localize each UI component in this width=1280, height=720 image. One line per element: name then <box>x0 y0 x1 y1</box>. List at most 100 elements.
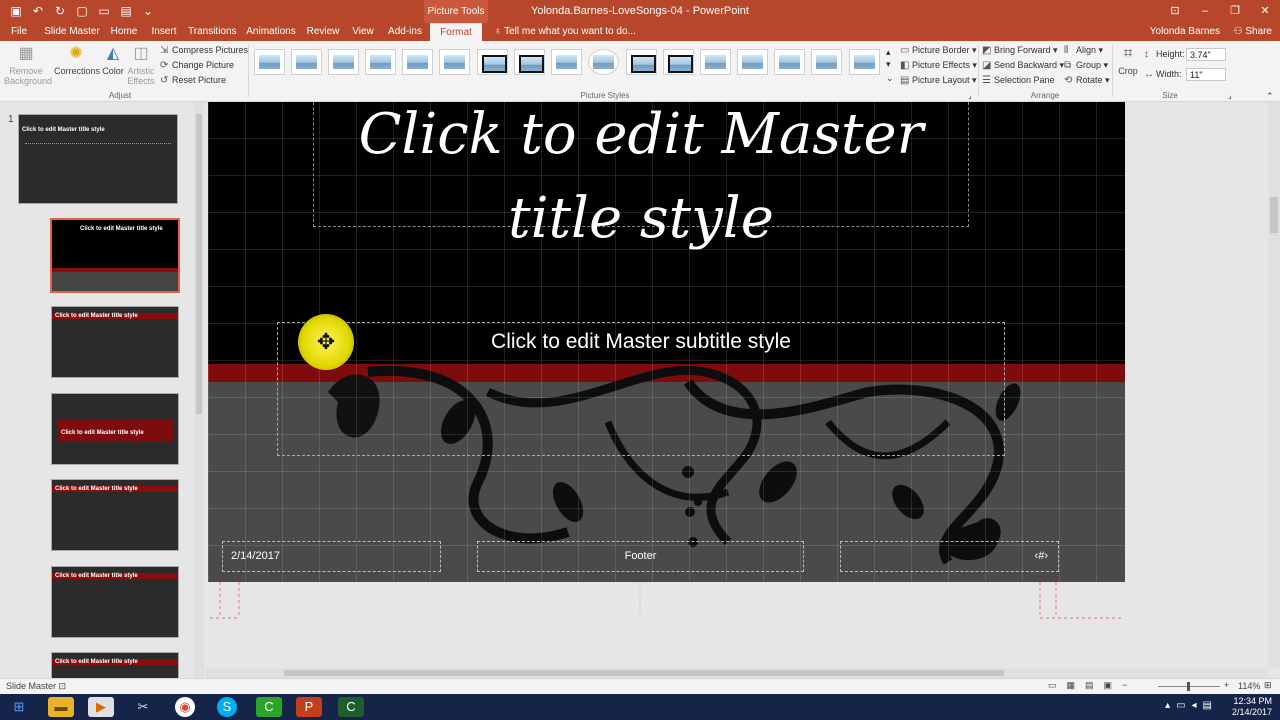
skype-icon[interactable]: S <box>217 697 237 717</box>
new-icon[interactable]: ▢ <box>72 3 92 19</box>
change-picture-button[interactable]: ⟳ Change Picture <box>160 60 234 71</box>
redo-icon[interactable]: ↻ <box>50 3 70 19</box>
slide-thumbnail-4[interactable]: Click to edit Master title style <box>51 393 179 465</box>
accessibility-icon[interactable]: ⊡ <box>59 681 67 691</box>
picture-style-7[interactable] <box>477 49 508 75</box>
remove-background-button[interactable]: ▦ Remove Background <box>4 44 52 86</box>
slide-thumbnail-2[interactable]: Click to edit Master title style <box>50 218 180 293</box>
corrections-button[interactable]: ✺ Corrections <box>54 44 100 76</box>
picture-style-2[interactable] <box>291 49 322 75</box>
zoom-out-icon[interactable]: − <box>1122 680 1127 691</box>
chrome-icon[interactable]: ◉ <box>175 697 195 717</box>
slide-number-placeholder[interactable]: ‹#› <box>840 541 1059 572</box>
slide-horizontal-scrollbar[interactable] <box>206 668 1268 678</box>
camtasia-icon[interactable]: C <box>256 697 282 717</box>
align-button[interactable]: ⫴ Align ▾ <box>1064 45 1103 56</box>
recorder-icon[interactable]: C <box>338 697 364 717</box>
tab-transitions[interactable]: Transitions <box>188 23 237 41</box>
fit-slide-icon[interactable]: ⊞ <box>1264 680 1272 691</box>
picture-style-15[interactable] <box>774 49 805 75</box>
compress-pictures-button[interactable]: ⇲ Compress Pictures <box>160 45 248 56</box>
thumbnail-scrollbar[interactable] <box>194 102 204 678</box>
tab-insert[interactable]: Insert <box>148 23 180 41</box>
tab-home[interactable]: Home <box>108 23 140 41</box>
picture-style-4[interactable] <box>365 49 396 75</box>
picture-style-11[interactable] <box>626 49 657 75</box>
scrollbar-thumb[interactable] <box>284 670 1004 676</box>
zoom-slider-knob[interactable] <box>1187 682 1190 691</box>
slideshow-icon[interactable]: ▣ <box>1104 680 1113 691</box>
picture-style-10[interactable] <box>588 49 619 75</box>
selection-pane-button[interactable]: ☰ Selection Pane <box>982 75 1055 86</box>
height-input[interactable]: 3.74" <box>1186 48 1226 61</box>
slide-canvas[interactable]: Click to edit Master title style Click t… <box>208 102 1125 582</box>
share-button[interactable]: ⚇ Share <box>1234 23 1272 41</box>
footer-placeholder[interactable]: Footer <box>477 541 804 572</box>
bring-forward-button[interactable]: ◩ Bring Forward ▾ <box>982 45 1058 56</box>
slide-thumbnail-6[interactable]: Click to edit Master title style <box>51 566 179 638</box>
system-clock[interactable]: 12:34 PM 2/14/2017 <box>1232 696 1272 718</box>
slide-thumbnail-5[interactable]: Click to edit Master title style <box>51 479 179 551</box>
slide-thumbnail-master[interactable]: Click to edit Master title style <box>18 114 178 204</box>
picture-border-button[interactable]: ▭ Picture Border ▾ <box>900 45 977 56</box>
picture-style-13[interactable] <box>700 49 731 75</box>
scrollbar-thumb[interactable] <box>196 114 202 414</box>
title-placeholder[interactable]: Click to edit Master title style <box>313 102 969 251</box>
picture-style-8[interactable] <box>514 49 545 75</box>
width-input[interactable]: 11" <box>1186 68 1226 81</box>
picture-style-5[interactable] <box>402 49 433 75</box>
minimize-icon[interactable]: – <box>1190 0 1220 23</box>
collapse-ribbon-icon[interactable]: ⌃ <box>1266 91 1274 102</box>
gallery-scroll-down-icon[interactable]: ▾ <box>886 59 891 70</box>
tab-slide-master[interactable]: Slide Master <box>44 23 100 41</box>
picture-style-12[interactable] <box>663 49 694 75</box>
undo-icon[interactable]: ↶ <box>28 3 48 19</box>
reading-view-icon[interactable]: ▤ <box>1085 680 1094 691</box>
normal-view-icon[interactable]: ▭ <box>1048 680 1057 691</box>
file-explorer-icon[interactable]: ▬ <box>48 697 74 717</box>
tab-format[interactable]: Format <box>430 23 482 41</box>
slide-subtitle[interactable]: Click to edit Master subtitle style <box>278 325 1004 359</box>
powerpoint-icon[interactable]: P <box>296 697 322 717</box>
picture-style-1[interactable] <box>254 49 285 75</box>
subtitle-placeholder[interactable]: Click to edit Master subtitle style <box>277 322 1005 456</box>
picture-style-6[interactable] <box>439 49 470 75</box>
reset-picture-button[interactable]: ↺ Reset Picture <box>160 75 226 86</box>
gallery-scroll-up-icon[interactable]: ▴ <box>886 47 891 58</box>
tab-view[interactable]: View <box>348 23 378 41</box>
picture-styles-launcher-icon[interactable]: ⌟ <box>968 91 972 100</box>
slide-thumbnail-3[interactable]: Click to edit Master title style <box>51 306 179 378</box>
system-tray-icons[interactable]: ▴▭◂▤ <box>1165 700 1218 711</box>
picture-style-9[interactable] <box>551 49 582 75</box>
restore-icon[interactable]: ❐ <box>1220 0 1250 23</box>
ribbon-display-icon[interactable]: ⊡ <box>1160 0 1190 23</box>
rotate-button[interactable]: ⟲ Rotate ▾ <box>1064 75 1110 86</box>
open-icon[interactable]: ▭ <box>94 3 114 19</box>
windows-start-icon[interactable]: ⊞ <box>6 697 32 717</box>
crop-button[interactable]: ⌗ Crop <box>1116 44 1140 76</box>
zoom-level[interactable]: 114% <box>1238 681 1260 691</box>
snipping-tool-icon[interactable]: ✂ <box>130 697 156 717</box>
scrollbar-thumb[interactable] <box>1270 197 1278 233</box>
tab-file[interactable]: File <box>4 23 34 41</box>
gallery-more-icon[interactable]: ⌄ <box>886 73 894 84</box>
media-player-icon[interactable]: ▶ <box>88 697 114 717</box>
tab-review[interactable]: Review <box>306 23 340 41</box>
tab-add-ins[interactable]: Add-ins <box>386 23 424 41</box>
print-icon[interactable]: ▤ <box>116 3 136 19</box>
artistic-effects-button[interactable]: ◫ Artistic Effects <box>126 44 156 86</box>
group-button[interactable]: ⧉ Group ▾ <box>1064 60 1108 71</box>
close-icon[interactable]: ✕ <box>1250 0 1280 23</box>
picture-style-3[interactable] <box>328 49 359 75</box>
customize-qat-icon[interactable]: ⌄ <box>138 3 158 19</box>
picture-effects-button[interactable]: ◧ Picture Effects ▾ <box>900 60 977 71</box>
tab-animations[interactable]: Animations <box>244 23 298 41</box>
picture-layout-button[interactable]: ▤ Picture Layout ▾ <box>900 75 977 86</box>
save-icon[interactable]: ▣ <box>6 3 26 19</box>
date-placeholder[interactable]: 2/14/2017 <box>222 541 441 572</box>
slide-vertical-scrollbar[interactable] <box>1268 102 1280 668</box>
picture-style-14[interactable] <box>737 49 768 75</box>
picture-style-16[interactable] <box>811 49 842 75</box>
zoom-in-icon[interactable]: + <box>1224 680 1229 690</box>
send-backward-button[interactable]: ◪ Send Backward ▾ <box>982 60 1064 71</box>
